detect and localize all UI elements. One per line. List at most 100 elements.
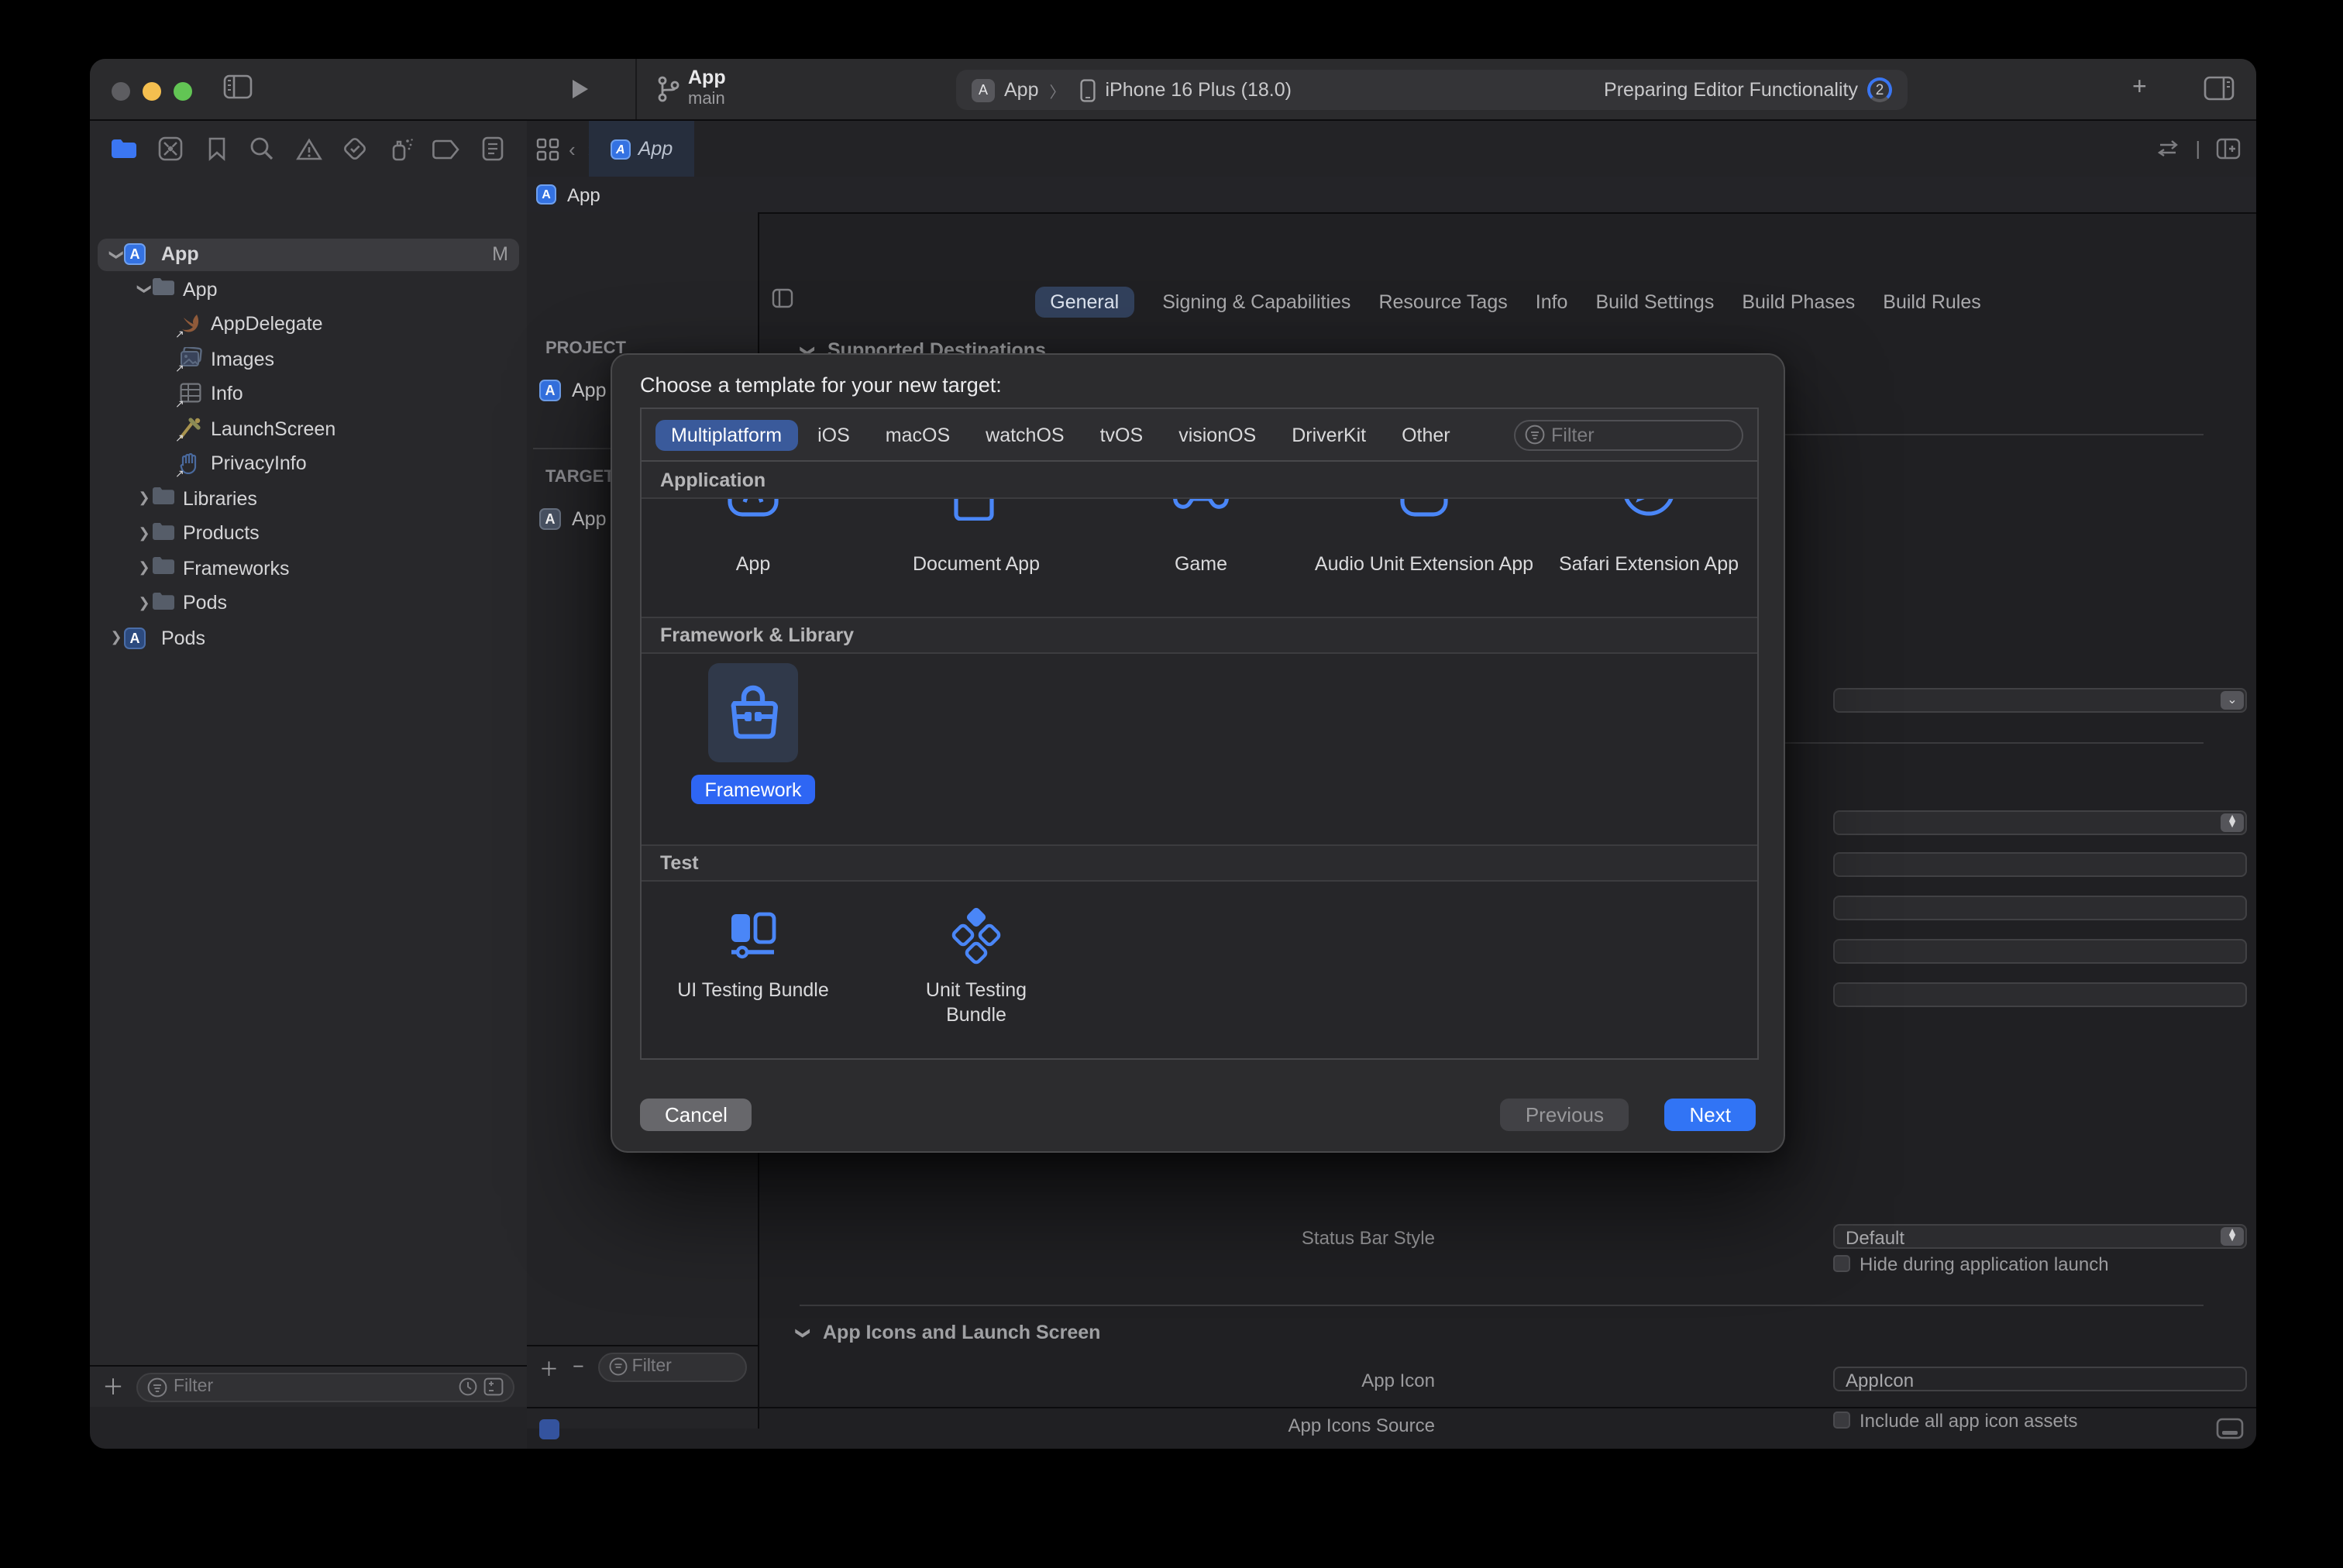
toggle-inspector-icon[interactable]: [2204, 76, 2235, 101]
tab-signing[interactable]: Signing & Capabilities: [1162, 291, 1350, 313]
disclosure-chevron[interactable]: ❯: [136, 595, 152, 612]
settings-sidebar-icon[interactable]: [772, 288, 793, 308]
zoom-window-button[interactable]: [174, 82, 192, 101]
editor-bottom-bar: [527, 1407, 2256, 1449]
unit-testing-template-icon: [865, 903, 1088, 965]
debug-area-toggle-icon[interactable]: [2216, 1418, 2244, 1439]
tab-ios[interactable]: iOS: [802, 419, 865, 450]
app-icon-field[interactable]: AppIcon: [1833, 1367, 2247, 1391]
tree-row-app-group[interactable]: ❯ App: [90, 272, 527, 307]
run-button[interactable]: [570, 77, 590, 101]
minimize-window-button[interactable]: [143, 82, 161, 101]
tree-row-images[interactable]: ↗ Images: [90, 342, 527, 377]
tree-row-launchscreen[interactable]: ↗ LaunchScreen: [90, 411, 527, 446]
field-4[interactable]: [1833, 982, 2247, 1007]
scheme-name[interactable]: App: [1004, 79, 1039, 101]
add-toolbar-button[interactable]: +: [2132, 74, 2147, 102]
editor-tab-app[interactable]: A App: [589, 121, 694, 177]
add-file-button[interactable]: ＋: [102, 1371, 124, 1402]
tab-driverkit[interactable]: DriverKit: [1276, 419, 1381, 450]
template-item-framework[interactable]: Framework: [642, 654, 865, 804]
destinations-dropdown[interactable]: ⌄: [1833, 688, 2247, 713]
tree-row-products[interactable]: ❯ Products: [90, 516, 527, 551]
tab-build-settings[interactable]: Build Settings: [1595, 291, 1714, 313]
disclosure-chevron[interactable]: ❯: [136, 282, 153, 297]
tree-row-pods-project[interactable]: ❯ A Pods: [90, 621, 527, 655]
source-control-navigator-icon[interactable]: [155, 133, 186, 164]
template-filter-field[interactable]: Filter: [1514, 419, 1743, 450]
disclosure-chevron[interactable]: ❯: [108, 630, 124, 647]
breakpoint-navigator-icon[interactable]: [432, 133, 463, 164]
template-item-document-app[interactable]: Document App: [865, 499, 1088, 576]
tab-build-phases[interactable]: Build Phases: [1742, 291, 1855, 313]
tab-other[interactable]: Other: [1386, 419, 1466, 450]
disclosure-chevron[interactable]: ❯: [136, 560, 152, 577]
app-template-icon: [642, 499, 865, 521]
tree-label: Frameworks: [183, 558, 290, 579]
tab-macos[interactable]: macOS: [870, 419, 965, 450]
template-item-app[interactable]: App: [642, 499, 865, 576]
project-navigator-icon[interactable]: [108, 133, 139, 164]
remove-target-button[interactable]: −: [573, 1356, 584, 1377]
tab-multiplatform[interactable]: Multiplatform: [655, 419, 797, 450]
activity-progress-badge[interactable]: 2: [1867, 77, 1892, 102]
add-target-button[interactable]: ＋: [539, 1352, 559, 1381]
tab-build-rules[interactable]: Build Rules: [1883, 291, 1980, 313]
target-item[interactable]: A App: [539, 508, 607, 530]
template-item-safari-extension[interactable]: Safari Extension App: [1537, 499, 1757, 576]
template-item-game[interactable]: Game: [1089, 499, 1313, 576]
template-item-ui-testing[interactable]: UI Testing Bundle: [642, 882, 865, 1002]
target-item-icon: A: [539, 508, 561, 530]
tab-watchos[interactable]: watchOS: [970, 419, 1079, 450]
disclosure-chevron[interactable]: ❯: [136, 490, 152, 507]
close-window-button[interactable]: [112, 82, 130, 101]
cancel-button[interactable]: Cancel: [640, 1099, 752, 1131]
hide-during-launch-checkbox[interactable]: [1833, 1255, 1850, 1272]
template-item-unit-testing[interactable]: Unit Testing Bundle: [865, 882, 1088, 1027]
breadcrumb-item[interactable]: App: [567, 184, 600, 205]
tree-row-privacyinfo[interactable]: ↗ PrivacyInfo: [90, 446, 527, 481]
bookmark-navigator-icon[interactable]: [201, 133, 232, 164]
previous-button[interactable]: Previous: [1501, 1099, 1629, 1131]
find-navigator-icon[interactable]: [247, 133, 278, 164]
next-button[interactable]: Next: [1665, 1099, 1756, 1131]
back-button[interactable]: ‹: [569, 137, 576, 160]
report-navigator-icon[interactable]: [477, 133, 508, 164]
tree-row-info[interactable]: ↗ Info: [90, 377, 527, 411]
field-3[interactable]: [1833, 939, 2247, 964]
field-1[interactable]: [1833, 852, 2247, 877]
activity-status[interactable]: Preparing Editor Functionality: [1604, 79, 1858, 101]
tab-general[interactable]: General: [1034, 287, 1134, 318]
tree-row-frameworks[interactable]: ❯ Frameworks: [90, 551, 527, 586]
project-item[interactable]: A App: [539, 380, 607, 401]
disclosure-chevron[interactable]: ❯: [136, 525, 152, 542]
debug-navigator-icon[interactable]: [385, 133, 416, 164]
issue-navigator-icon[interactable]: [293, 133, 324, 164]
toggle-navigator-icon[interactable]: [223, 74, 253, 99]
version-dropdown[interactable]: ▲▼: [1833, 810, 2247, 835]
test-navigator-icon[interactable]: [339, 133, 370, 164]
swap-editor-icon[interactable]: [2155, 139, 2180, 158]
tree-row-appdelegate[interactable]: ↗ AppDelegate: [90, 307, 527, 342]
platform-tab-bar: Multiplatform iOS macOS watchOS tvOS vis…: [642, 409, 1757, 462]
add-editor-icon[interactable]: [2216, 138, 2241, 160]
tree-row-app-project[interactable]: ❯ A App M: [90, 237, 527, 272]
status-bar-style-dropdown[interactable]: Default ▲▼: [1833, 1224, 2247, 1249]
tab-info[interactable]: Info: [1536, 291, 1568, 313]
tab-visionos[interactable]: visionOS: [1163, 419, 1271, 450]
tab-tvos[interactable]: tvOS: [1085, 419, 1159, 450]
tree-row-pods-group[interactable]: ❯ Pods: [90, 586, 527, 621]
run-destination[interactable]: iPhone 16 Plus (18.0): [1106, 79, 1292, 101]
targets-filter-field[interactable]: Filter: [598, 1352, 747, 1381]
folder-icon: [152, 522, 175, 545]
related-items-icon[interactable]: [536, 137, 559, 160]
disclosure-chevron[interactable]: ❯: [108, 247, 125, 263]
tree-row-libraries[interactable]: ❯ Libraries: [90, 481, 527, 516]
target-mini-icon[interactable]: [539, 1418, 559, 1439]
tab-resource-tags[interactable]: Resource Tags: [1378, 291, 1507, 313]
navigator-filter-field[interactable]: Filter: [136, 1372, 514, 1401]
section-chevron[interactable]: ❯: [794, 1325, 811, 1340]
app-icons-section-header[interactable]: ❯ App Icons and Launch Screen: [795, 1322, 1100, 1343]
field-2[interactable]: [1833, 896, 2247, 920]
template-item-audio-unit[interactable]: Audio Unit Extension App: [1313, 499, 1536, 576]
